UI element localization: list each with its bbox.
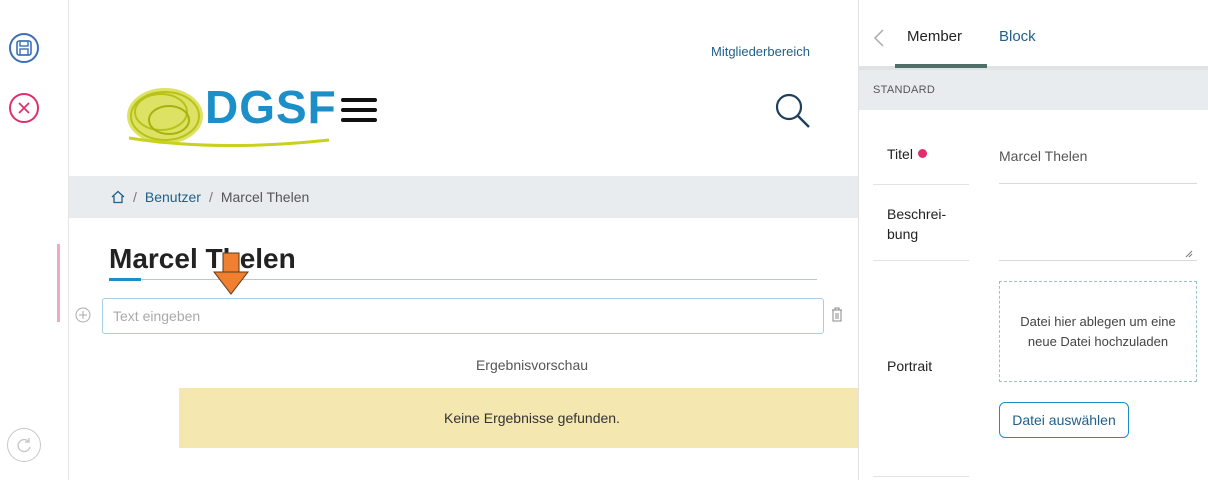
section-header-standard[interactable]: STANDARD — [859, 70, 1208, 110]
page-title: Marcel Thelen — [109, 243, 296, 274]
tab-block[interactable]: Block — [999, 28, 1036, 45]
description-textarea[interactable] — [999, 194, 1197, 261]
description-label-line1: Beschrei- — [887, 206, 947, 222]
chevron-left-icon[interactable] — [873, 28, 885, 48]
menu-icon[interactable] — [341, 98, 377, 122]
text-input[interactable] — [102, 298, 824, 334]
tab-active-indicator — [895, 64, 987, 68]
resize-handle-icon[interactable] — [1185, 250, 1193, 258]
field-divider — [873, 260, 969, 261]
add-block-icon[interactable] — [75, 307, 91, 323]
title-label-text: Titel — [887, 146, 913, 162]
trash-icon[interactable] — [831, 307, 843, 322]
redo-icon — [17, 438, 31, 453]
field-divider — [873, 476, 969, 477]
results-preview-label: Ergebnisvorschau — [475, 357, 589, 373]
breadcrumb: / Benutzer / Marcel Thelen — [69, 176, 858, 218]
field-divider — [873, 184, 969, 185]
cancel-button[interactable] — [9, 93, 39, 123]
no-results-text: Keine Ergebnisse gefunden. — [444, 410, 620, 426]
description-label: Beschrei- bung — [887, 204, 946, 244]
block-edit-indicator — [57, 244, 60, 322]
page-preview: Mitgliederbereich DGSF / Benutzer / Marc… — [69, 0, 885, 480]
editor-toolbar — [0, 0, 69, 480]
choose-file-button[interactable]: Datei auswählen — [999, 402, 1129, 438]
title-field[interactable]: Marcel Thelen — [999, 146, 1197, 184]
breadcrumb-current: Marcel Thelen — [220, 189, 310, 205]
breadcrumb-separator: / — [133, 189, 137, 205]
logo-text: DGSF — [205, 81, 337, 133]
required-indicator — [917, 149, 927, 158]
save-button[interactable] — [9, 33, 39, 63]
properties-panel: Member Block STANDARD Titel Marcel Thele… — [858, 0, 1208, 480]
member-area-link[interactable]: Mitgliederbereich — [711, 44, 810, 59]
search-icon[interactable] — [772, 90, 812, 130]
panel-tabs: Member Block — [859, 0, 1208, 70]
dropzone-text: Datei hier ablegen um eine neue Datei ho… — [1020, 314, 1176, 349]
description-label-line2: bung — [887, 226, 919, 242]
no-results-notice: Keine Ergebnisse gefunden. — [179, 388, 885, 448]
portrait-label: Portrait — [887, 358, 933, 374]
section-header-label: STANDARD — [873, 84, 936, 96]
save-icon — [16, 40, 32, 56]
close-icon — [18, 102, 30, 114]
breadcrumb-link-benutzer[interactable]: Benutzer — [145, 189, 201, 205]
tab-member[interactable]: Member — [907, 28, 962, 45]
choose-file-label: Datei auswählen — [1012, 412, 1116, 428]
drag-down-arrow-icon — [212, 252, 250, 295]
home-icon[interactable] — [111, 190, 125, 204]
breadcrumb-separator: / — [208, 189, 213, 205]
redo-button[interactable] — [7, 428, 41, 462]
title-label: Titel — [887, 146, 927, 162]
file-dropzone[interactable]: Datei hier ablegen um eine neue Datei ho… — [999, 281, 1197, 382]
title-accent — [109, 278, 141, 281]
